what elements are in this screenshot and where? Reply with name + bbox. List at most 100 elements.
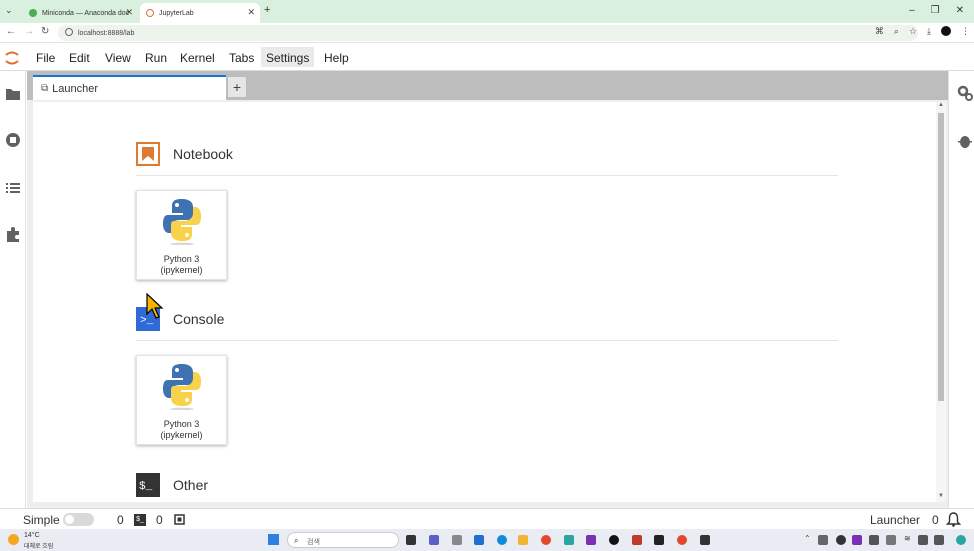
menu-file[interactable]: File <box>34 51 57 65</box>
notebook-icon <box>136 142 160 166</box>
browser-tab-title: JupyterLab <box>159 9 194 17</box>
running-kernels-icon[interactable] <box>5 132 21 148</box>
app-icon[interactable] <box>632 535 642 545</box>
window-controls: – ❐ ✕ <box>909 5 964 16</box>
scroll-up-icon[interactable]: ▲ <box>938 102 944 108</box>
menu-help[interactable]: Help <box>322 51 351 65</box>
menu-tabs[interactable]: Tabs <box>227 51 256 65</box>
section-divider <box>136 175 838 176</box>
chrome-active-icon[interactable] <box>677 535 687 545</box>
task-view-icon[interactable] <box>406 535 416 545</box>
new-tab-icon[interactable]: + <box>264 4 270 16</box>
left-sidebar <box>0 71 26 508</box>
close-tab-icon[interactable]: ✕ <box>247 7 255 18</box>
table-of-contents-icon[interactable] <box>5 181 21 195</box>
tab-list-icon[interactable]: ⌄ <box>5 5 13 16</box>
tray-overflow-icon[interactable]: ⌃ <box>804 534 811 543</box>
close-tab-icon[interactable]: ✕ <box>125 7 133 18</box>
taskbar-search-input[interactable]: ⌕ 검색 <box>287 532 399 548</box>
search-icon: ⌕ <box>294 536 299 545</box>
browser-tab-jupyterlab[interactable]: JupyterLab ✕ <box>140 3 260 23</box>
launcher-scrollbar[interactable]: ▲ ▼ <box>936 102 946 502</box>
tray-icon[interactable] <box>836 535 846 545</box>
close-window-icon[interactable]: ✕ <box>956 5 964 16</box>
github-icon[interactable] <box>609 535 619 545</box>
onenote-icon[interactable] <box>586 535 596 545</box>
wifi-icon[interactable]: ≋ <box>904 534 911 543</box>
url-input[interactable]: localhost:8888/lab <box>58 25 918 41</box>
translate-icon[interactable]: ⌘ <box>875 26 884 37</box>
terminals-count[interactable]: 0 <box>117 513 124 527</box>
python-logo-icon <box>163 199 201 245</box>
forward-icon[interactable]: → <box>24 26 34 37</box>
weather-desc: 대체로 흐림 <box>24 544 54 550</box>
volume-icon[interactable] <box>918 535 928 545</box>
tray-icon[interactable] <box>886 535 896 545</box>
file-explorer-icon[interactable] <box>518 535 528 545</box>
jupyter-status-bar: Simple 0 $_ 0 Launcher 0 <box>0 508 974 529</box>
python-logo-icon <box>163 364 201 410</box>
kernel-chip-icon <box>174 514 185 525</box>
launcher-panel: Notebook Python 3 (ipykernel) >_ Console <box>33 102 946 502</box>
app-icon[interactable] <box>564 535 574 545</box>
settings-app-icon[interactable] <box>452 535 462 545</box>
kernel-label: Python 3 (ipykernel) <box>137 254 226 276</box>
menu-settings[interactable]: Settings <box>261 47 315 67</box>
back-icon[interactable]: ← <box>6 26 16 37</box>
new-launcher-button[interactable]: + <box>227 76 247 98</box>
app-icon[interactable] <box>429 535 439 545</box>
browser-menu-icon[interactable]: ⋮ <box>961 26 970 37</box>
console-python3-card[interactable]: Python 3 (ipykernel) <box>136 355 227 445</box>
weather-icon[interactable] <box>8 534 19 545</box>
tray-icon[interactable] <box>869 535 879 545</box>
menu-view[interactable]: View <box>103 51 133 65</box>
tab-favicon-icon <box>29 9 37 17</box>
site-info-icon[interactable] <box>65 28 73 36</box>
store-icon[interactable] <box>474 535 484 545</box>
chrome-icon[interactable] <box>541 535 551 545</box>
terminal-app-icon[interactable] <box>700 535 710 545</box>
notifications-count: 0 <box>932 513 939 527</box>
simple-mode-toggle[interactable] <box>63 513 94 526</box>
kernel-name: Python 3 <box>163 254 200 264</box>
section-title: Notebook <box>173 146 233 162</box>
tray-icon[interactable] <box>818 535 828 545</box>
simple-mode-label: Simple <box>23 513 60 527</box>
zoom-icon[interactable]: ⌕ <box>894 26 899 37</box>
restore-icon[interactable]: ❐ <box>931 5 940 16</box>
extension-manager-icon[interactable] <box>5 227 21 243</box>
debugger-bug-icon[interactable] <box>958 133 972 149</box>
tray-icon[interactable] <box>852 535 862 545</box>
notebook-python3-card[interactable]: Python 3 (ipykernel) <box>136 190 227 280</box>
bookmark-star-icon[interactable]: ☆ <box>909 26 917 37</box>
property-inspector-gears-icon[interactable] <box>957 85 973 101</box>
notification-bell-icon[interactable] <box>946 512 961 527</box>
edge-icon[interactable] <box>497 535 507 545</box>
app-icon[interactable] <box>654 535 664 545</box>
browser-tab-miniconda[interactable]: Miniconda — Anaconda doc ✕ <box>23 3 138 23</box>
battery-icon[interactable] <box>934 535 944 545</box>
scroll-thumb[interactable] <box>938 113 944 401</box>
kernels-count[interactable]: 0 <box>156 513 163 527</box>
tab-launcher[interactable]: ⧉ Launcher <box>33 75 226 100</box>
jupyter-favicon-icon <box>146 9 154 17</box>
menu-edit[interactable]: Edit <box>67 51 92 65</box>
download-icon[interactable]: ⤓ <box>927 26 931 37</box>
right-sidebar <box>948 71 974 508</box>
os-taskbar: 14°C 대체로 흐림 ⌕ 검색 ⌃ ≋ <box>0 529 974 551</box>
jupyter-menubar: File Edit View Run Kernel Tabs Settings … <box>0 44 974 71</box>
folder-icon[interactable] <box>5 87 21 101</box>
start-windows-icon[interactable] <box>268 534 279 545</box>
reload-icon[interactable]: ↻ <box>41 26 49 37</box>
scroll-down-icon[interactable]: ▼ <box>938 493 944 499</box>
menu-run[interactable]: Run <box>143 51 169 65</box>
terminal-status-icon: $_ <box>134 514 146 526</box>
notification-center-icon[interactable] <box>956 535 966 545</box>
minimize-icon[interactable]: – <box>909 5 915 16</box>
kernel-spec: (ipykernel) <box>160 430 203 440</box>
kernel-spec: (ipykernel) <box>160 265 203 275</box>
profile-avatar-icon[interactable] <box>941 26 951 36</box>
menu-kernel[interactable]: Kernel <box>178 51 217 65</box>
other-section-header: $_ Other <box>136 473 208 497</box>
toggle-knob <box>65 515 74 524</box>
